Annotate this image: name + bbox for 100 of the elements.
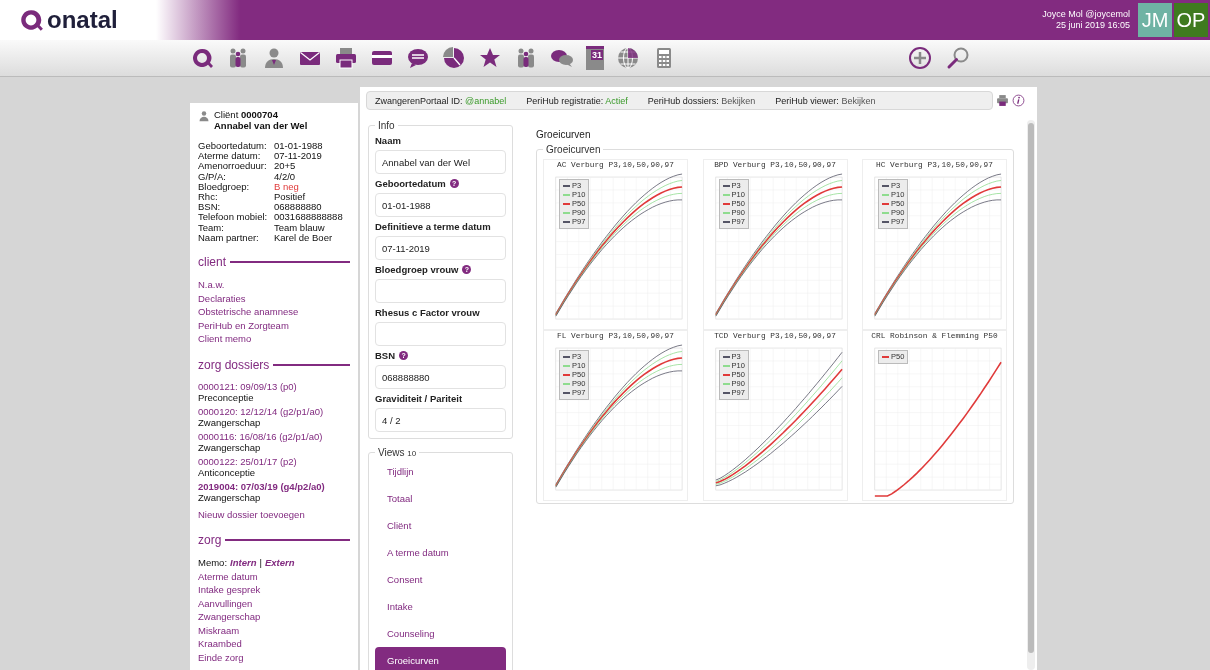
- person-icon[interactable]: [262, 46, 286, 70]
- field-label: Team:: [198, 222, 225, 233]
- sidebar-link[interactable]: Client memo: [198, 332, 350, 346]
- field-value: Team blauw: [274, 222, 326, 233]
- views-count: 10: [407, 449, 417, 458]
- field-label: Bloedgroep vrouw: [375, 264, 459, 275]
- sidebar-link[interactable]: Kraambed: [198, 637, 350, 651]
- group-legend: Views: [378, 447, 405, 458]
- user-name: Joyce Mol @joycemol: [1042, 9, 1130, 20]
- sidebar-link[interactable]: Zwangerschap: [198, 610, 350, 624]
- field-value: Karel de Boer: [274, 232, 334, 244]
- field-label: BSN:: [198, 202, 222, 213]
- view-item[interactable]: Groeicurven: [375, 647, 506, 670]
- info-item: ZwangerenPortaal ID: @annabel: [375, 95, 507, 106]
- search-icon[interactable]: [946, 46, 970, 70]
- field-value: 0031688888888: [274, 212, 344, 223]
- add-icon[interactable]: [908, 46, 932, 70]
- field-value: 20+5: [274, 161, 297, 172]
- group-legend: Info: [375, 120, 398, 131]
- memo-label: Memo:: [198, 556, 228, 570]
- refresh-icon[interactable]: [190, 46, 214, 70]
- view-item[interactable]: Tijdlijn: [375, 458, 506, 485]
- sidebar-link[interactable]: N.a.w.: [198, 278, 350, 292]
- dossier-type: Anticonceptie: [198, 466, 257, 478]
- dossier-link[interactable]: 0000120: 12/12/14 (g2/p1/a0): [198, 405, 350, 417]
- field-label: Bloedgroep:: [198, 181, 251, 192]
- logo-text: onatal: [47, 6, 118, 34]
- dossier-link[interactable]: 0000121: 09/09/13 (p0): [198, 380, 350, 392]
- pie-chart-icon[interactable]: [442, 46, 466, 70]
- dossier-type: Zwangerschap: [198, 441, 262, 453]
- view-item[interactable]: Cliënt: [375, 512, 506, 539]
- field-label: Amenorroeduur:: [198, 161, 268, 172]
- input-field[interactable]: 01-01-1988: [375, 193, 506, 217]
- group-legend: Groeicurven: [543, 144, 604, 155]
- input-field[interactable]: Annabel van der Wel: [375, 150, 506, 174]
- client-id: Cliënt 0000704: [214, 109, 279, 120]
- field-value: B neg: [274, 181, 300, 192]
- sidebar-link[interactable]: Nieuw dossier toevoegen: [198, 507, 350, 522]
- input-field[interactable]: [375, 279, 506, 303]
- content-heading: Groeicurven: [536, 129, 592, 140]
- field-label: Naam partner:: [198, 232, 260, 244]
- globe-icon[interactable]: [616, 46, 640, 70]
- sidebar-link[interactable]: Declaraties: [198, 291, 350, 306]
- date-time: 25 juni 2019 16:05: [1055, 20, 1130, 31]
- field-label: Geboortedatum: [375, 178, 446, 189]
- field-value: 068888880: [274, 202, 323, 213]
- field-value: 4/2/0: [274, 171, 297, 182]
- field-value: 01-01-1988: [274, 141, 324, 152]
- dossier-link[interactable]: 0000116: 16/08/16 (g2/p1/a0): [198, 430, 350, 442]
- field-label: Definitieve a terme datum: [375, 221, 491, 232]
- view-item[interactable]: Totaal: [375, 485, 506, 512]
- section-title: client: [198, 255, 226, 270]
- view-item[interactable]: Intake: [375, 593, 506, 620]
- field-label: Naam: [375, 135, 401, 146]
- input-field[interactable]: 07-11-2019: [375, 236, 506, 260]
- person-icon: [198, 110, 210, 122]
- calendar-icon[interactable]: 31: [586, 46, 604, 70]
- view-item[interactable]: A terme datum: [375, 539, 506, 566]
- client-name: Annabel van der Wel: [214, 120, 308, 131]
- field-value: Positief: [274, 192, 307, 203]
- field-label: Aterme datum:: [198, 151, 262, 162]
- field-label: G/P/A:: [198, 171, 227, 182]
- view-item[interactable]: Counseling: [375, 620, 506, 647]
- printer-icon[interactable]: [996, 94, 1009, 107]
- logo-icon: [18, 7, 44, 33]
- section-title: zorg: [198, 533, 222, 548]
- user-avatar[interactable]: OP: [1174, 3, 1208, 37]
- input-field[interactable]: 4 / 2: [375, 408, 506, 432]
- scrollbar[interactable]: [1027, 120, 1035, 670]
- memo-link[interactable]: Intern: [230, 556, 257, 570]
- printer-icon[interactable]: [334, 46, 358, 70]
- sidebar-link[interactable]: PeriHub en Zorgteam: [198, 318, 350, 333]
- dossier-type: Preconceptie: [198, 391, 255, 403]
- scrollbar-thumb[interactable]: [1028, 123, 1034, 653]
- memo-link[interactable]: Extern: [264, 556, 295, 570]
- view-item[interactable]: Consent: [375, 566, 506, 593]
- sidebar-link[interactable]: Aanvullingen: [198, 596, 350, 611]
- info-item: PeriHub registratie: Actief: [526, 95, 628, 106]
- separator: |: [259, 556, 262, 570]
- sidebar-link[interactable]: Miskraam: [198, 623, 350, 638]
- field-label: Geboortedatum:: [198, 141, 268, 152]
- input-field[interactable]: 068888880: [375, 365, 506, 389]
- sidebar-link[interactable]: Intake gesprek: [198, 583, 350, 597]
- dossier-type: Zwangerschap: [198, 416, 262, 428]
- field-label: Rhesus c Factor vrouw: [375, 307, 480, 318]
- dossier-type: Zwangerschap: [198, 491, 262, 503]
- section-title: zorg dossiers: [198, 357, 270, 372]
- sidebar-link[interactable]: Einde zorg: [198, 650, 350, 665]
- info-item: PeriHub viewer: Bekijken: [775, 95, 876, 106]
- speech-bubble-icon[interactable]: [406, 46, 430, 70]
- dossier-link[interactable]: 0000122: 25/01/17 (p2): [198, 455, 350, 467]
- info-item: PeriHub dossiers: Bekijken: [647, 95, 756, 106]
- sidebar-link[interactable]: Obstetrische anamnese: [198, 305, 350, 319]
- field-label: Graviditeit / Pariteit: [375, 393, 463, 404]
- dossier-link[interactable]: 2019004: 07/03/19 (g4/p2/a0): [198, 480, 350, 492]
- info-icon[interactable]: [1012, 94, 1025, 107]
- field-value: 07-11-2019: [274, 151, 323, 162]
- sidebar-link[interactable]: Aterme datum: [198, 569, 350, 584]
- field-label: BSN: [375, 350, 396, 361]
- input-field[interactable]: [375, 322, 506, 346]
